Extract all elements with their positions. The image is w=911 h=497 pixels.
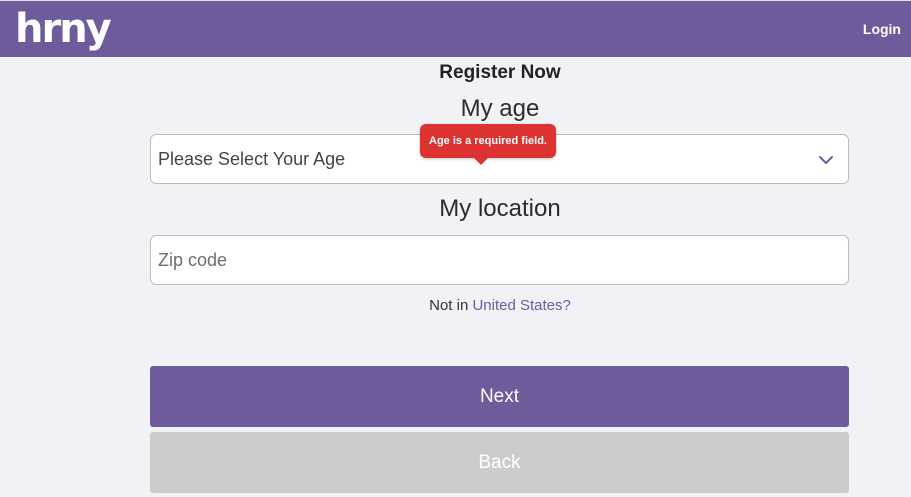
login-link[interactable]: Login [863,21,901,37]
location-section-label: My location [439,195,561,222]
change-country-link[interactable]: United States? [472,297,570,314]
zip-code-field [150,235,849,285]
top-header: hrny Login [0,0,911,57]
zip-code-input[interactable] [151,236,848,284]
country-note: Not in United States? [0,297,911,314]
tooltip-arrow [473,157,489,165]
age-error-tooltip: Age is a required field. [420,124,556,158]
hrny-logo[interactable]: hrny [15,5,112,53]
next-button[interactable]: Next [150,366,849,427]
age-select-value: Please Select Your Age [158,149,346,169]
chevron-down-icon [819,156,833,164]
age-section-label: My age [460,95,540,122]
country-note-prefix: Not in [429,297,469,314]
back-button[interactable]: Back [150,432,849,493]
page-title: Register Now [439,62,561,83]
